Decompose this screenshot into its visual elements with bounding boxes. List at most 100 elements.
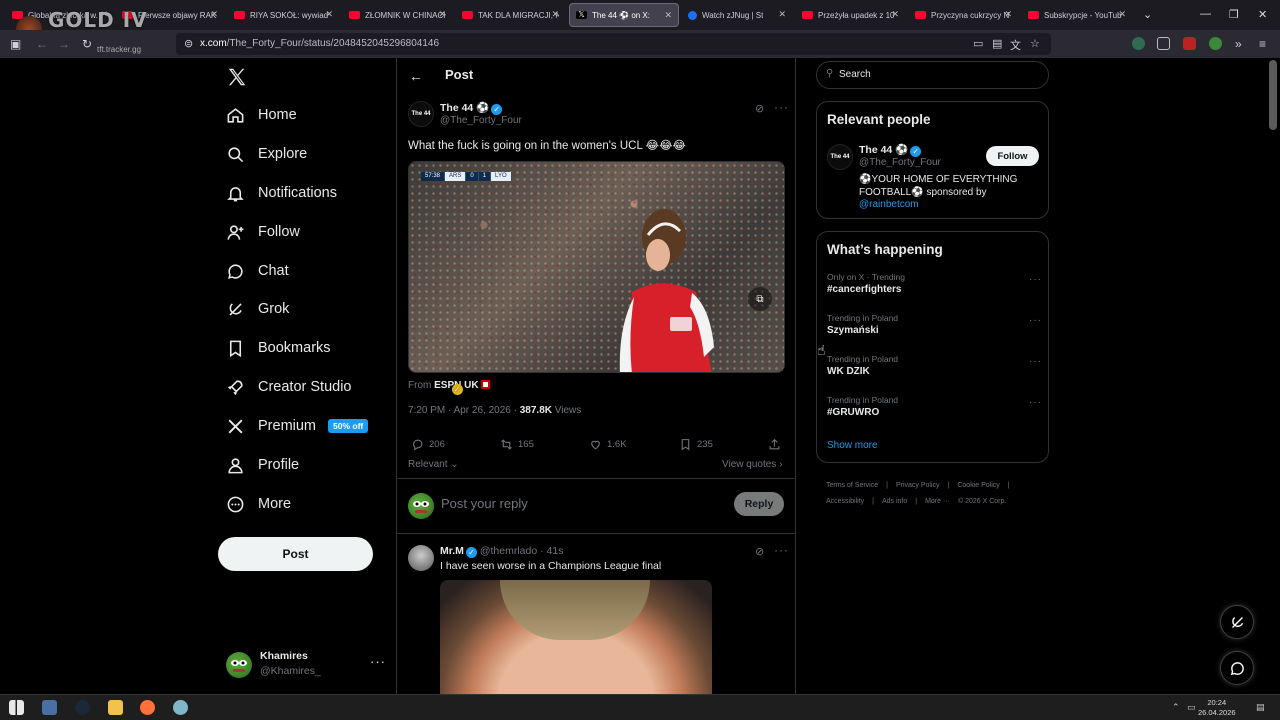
maximize-icon[interactable]: ❐	[1229, 8, 1239, 21]
reply-image[interactable]	[440, 580, 712, 694]
steam-icon[interactable]	[75, 700, 90, 715]
sidebar-item-profile[interactable]: Profile	[226, 450, 299, 480]
more-dots-icon[interactable]: ···	[370, 654, 386, 669]
screenshot-icon[interactable]: ▭	[973, 37, 983, 50]
extension-red-icon[interactable]	[1183, 37, 1196, 50]
more-dots-icon[interactable]: ···	[774, 100, 789, 114]
tweet-video[interactable]: 57:38 ARS 0 1 LYO ⧉	[408, 161, 785, 373]
trend-item[interactable]: Only on X · Trending #cancerfighters ···	[827, 272, 1042, 302]
taskbar-clock[interactable]: 20:24 26.04.2026	[1198, 698, 1236, 718]
reply-author[interactable]: Mr.M ✓ @themrlado · 41s	[440, 545, 563, 558]
browser-tab[interactable]: Subskrypcje - YouTub ✕	[1022, 3, 1132, 27]
windows-start-icon[interactable]	[9, 700, 24, 715]
address-bar[interactable]: ⊜ x.com/The_Forty_Four/status/2048452045…	[176, 33, 1051, 55]
minimize-icon[interactable]: —	[1200, 8, 1211, 20]
tray-chevron-icon[interactable]: ⌃	[1172, 702, 1180, 713]
sidebar-item-notifications[interactable]: Notifications	[226, 178, 337, 208]
tweet-author-name[interactable]: The 44 ⚽ ✓	[440, 101, 503, 115]
sidebar-item-premium[interactable]: Premium 50% off	[226, 411, 369, 441]
trend-item[interactable]: Trending in Poland Szymański ···	[827, 313, 1042, 343]
avatar[interactable]: The 44	[408, 101, 434, 127]
footer-link[interactable]: Cookie Policy	[957, 482, 999, 489]
sidebar-item-explore[interactable]: Explore	[226, 139, 307, 169]
chat-fab[interactable]	[1220, 651, 1254, 685]
footer-link[interactable]: More ···	[925, 498, 950, 505]
site-info-icon[interactable]: ⊜	[184, 37, 193, 50]
trend-item[interactable]: Trending in Poland WK DZIK ···	[827, 354, 1042, 384]
sidebar-item-home[interactable]: Home	[226, 100, 297, 130]
picture-in-picture-icon[interactable]: ⧉	[748, 287, 772, 311]
sidebar-item-chat[interactable]: Chat	[226, 256, 289, 286]
sidebar-item-follow[interactable]: Follow	[226, 217, 300, 247]
trend-item[interactable]: Trending in Poland #GRUWRO ···	[827, 395, 1042, 425]
menu-icon[interactable]: ≡	[1259, 37, 1266, 51]
close-tab-icon[interactable]: ✕	[1004, 9, 1012, 20]
browser-tab[interactable]: Pierwsze objawy RAK ✕	[116, 3, 224, 27]
repost-action[interactable]: 165	[500, 438, 534, 451]
translate-icon[interactable]: 文	[1010, 37, 1021, 53]
scrollbar[interactable]	[1269, 60, 1277, 130]
more-dots-icon[interactable]: ···	[1029, 274, 1042, 285]
close-tab-icon[interactable]: ✕	[1118, 9, 1126, 20]
sidebar-item-creator-studio[interactable]: Creator Studio	[226, 372, 352, 402]
avatar[interactable]: The 44	[827, 144, 853, 170]
sidebar-item-more[interactable]: More	[226, 489, 291, 519]
browser-tab[interactable]: RIYA SOKÓŁ: wywiad ✕	[228, 3, 339, 27]
grok-icon[interactable]: ⊘	[755, 545, 764, 558]
close-tab-icon[interactable]: ✕	[210, 9, 218, 20]
bookmark-star-icon[interactable]: ☆	[1030, 37, 1040, 50]
footer-link[interactable]: Privacy Policy	[896, 482, 940, 489]
extension-shield-icon[interactable]	[1132, 37, 1145, 50]
more-dots-icon[interactable]: ···	[1029, 315, 1042, 326]
url-text[interactable]: x.com/The_Forty_Four/status/204845204529…	[200, 38, 439, 49]
person-handle[interactable]: @The_Forty_Four	[859, 157, 941, 168]
like-action[interactable]: 1.6K	[589, 438, 627, 451]
browser-tab[interactable]: ZŁOMNIK W CHINACH ✕	[343, 3, 452, 27]
close-tab-icon[interactable]: ✕	[891, 9, 899, 20]
browser-tab[interactable]: TAK DLA MIGRACJI, N ✕	[456, 3, 565, 27]
show-more-link[interactable]: Show more	[827, 440, 878, 451]
account-switcher[interactable]: Khamires @Khamires_ ···	[226, 650, 386, 680]
close-tab-icon[interactable]: ✕	[664, 10, 672, 21]
bio-link[interactable]: @rainbetcom	[859, 199, 919, 210]
back-arrow-icon[interactable]: ←	[36, 37, 48, 51]
grok-fab[interactable]	[1220, 605, 1254, 639]
close-tab-icon[interactable]: ✕	[551, 9, 559, 20]
avatar[interactable]	[408, 545, 434, 571]
sidebar-item-grok[interactable]: Grok	[226, 294, 289, 324]
more-dots-icon[interactable]: ···	[774, 543, 789, 557]
browser-tab[interactable]: 𝕏 The 44 ⚽ on X: ✕	[569, 3, 679, 27]
footer-link[interactable]: Terms of Service	[826, 482, 878, 489]
overflow-chevron-icon[interactable]: »	[1235, 37, 1242, 51]
app-monitor-icon[interactable]	[42, 700, 57, 715]
x-logo-icon[interactable]	[226, 66, 248, 88]
notification-icon[interactable]: ▤	[1256, 702, 1265, 713]
tweet-author-handle[interactable]: @The_Forty_Four	[440, 115, 522, 126]
footer-link[interactable]: © 2026 X Corp.	[958, 498, 1006, 505]
tab-list-chevron-icon[interactable]: ⌄	[1143, 8, 1152, 21]
view-quotes-link[interactable]: View quotes ›	[722, 459, 782, 470]
close-window-icon[interactable]: ✕	[1258, 8, 1267, 21]
close-tab-icon[interactable]: ✕	[325, 9, 333, 20]
sidebar-item-bookmarks[interactable]: Bookmarks	[226, 333, 331, 363]
firefox-icon[interactable]	[140, 700, 155, 715]
more-dots-icon[interactable]: ···	[1029, 356, 1042, 367]
network-icon[interactable]: ▭	[1187, 702, 1196, 713]
file-explorer-icon[interactable]	[108, 700, 123, 715]
forward-arrow-icon[interactable]: →	[58, 37, 70, 51]
close-tab-icon[interactable]: ✕	[100, 9, 108, 20]
bookmark-action[interactable]: 235	[679, 438, 713, 451]
extensions-icon[interactable]	[1157, 37, 1170, 50]
share-action[interactable]	[768, 438, 786, 451]
reply-action[interactable]: 206	[411, 438, 445, 451]
close-tab-icon[interactable]: ✕	[438, 9, 446, 20]
search-input[interactable]: ⚲ Search	[816, 61, 1049, 89]
footer-link[interactable]: Accessibility	[826, 498, 864, 505]
reload-icon[interactable]: ↻	[82, 37, 92, 51]
app-tracker-icon[interactable]	[173, 700, 188, 715]
sort-replies-dropdown[interactable]: Relevant ⌄	[408, 459, 459, 470]
browser-tab[interactable]: Watch zJNug | St ✕	[682, 3, 792, 27]
browser-tab[interactable]: Globalna zbiórka w. ✕	[6, 3, 114, 27]
back-arrow-icon[interactable]: ←	[409, 68, 423, 84]
follow-button[interactable]: Follow	[986, 146, 1039, 166]
